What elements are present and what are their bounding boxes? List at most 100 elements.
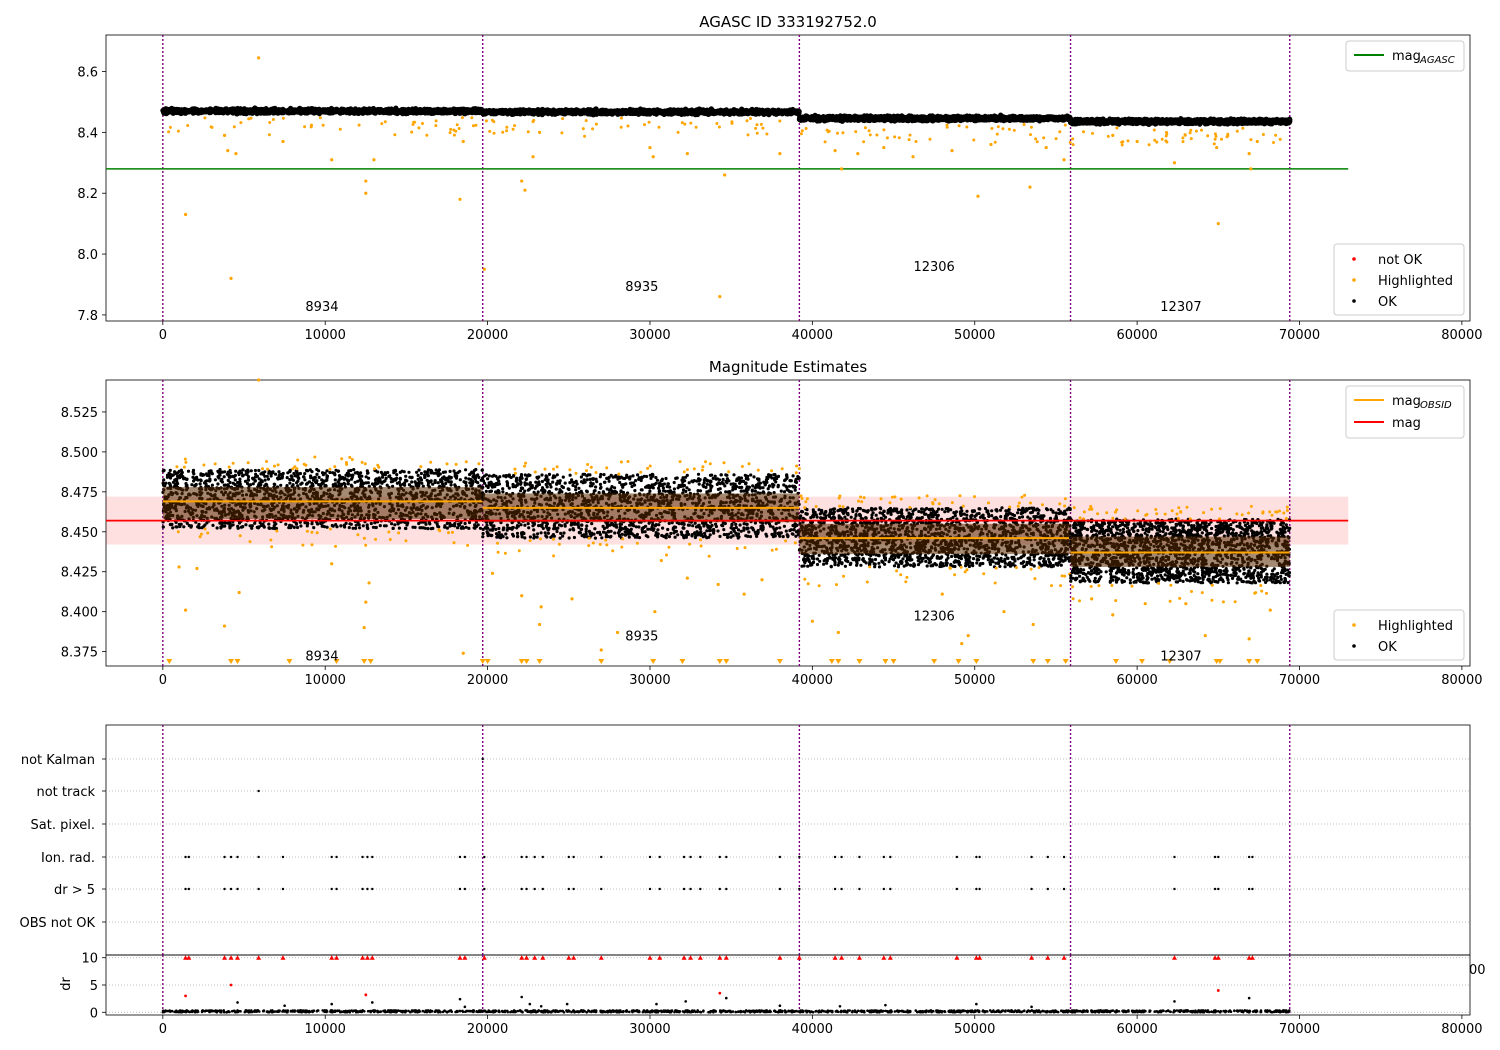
- ok-point: [366, 108, 372, 114]
- highlighted-point: [863, 126, 867, 130]
- highlighted-point: [321, 123, 325, 127]
- ok-point: [409, 107, 415, 113]
- highlighted-point: [281, 116, 285, 120]
- highlighted-point: [749, 117, 752, 120]
- ok-point: [1030, 115, 1036, 121]
- highlighted-point: [1054, 137, 1058, 141]
- highlighted-point: [1068, 141, 1072, 144]
- ok-point: [977, 115, 983, 121]
- highlighted-point: [318, 116, 322, 120]
- highlighted-point: [868, 133, 872, 137]
- ok-point: [771, 108, 777, 114]
- highlighted-point: [417, 126, 421, 130]
- highlighted-point: [393, 133, 397, 137]
- ok-point: [200, 107, 206, 113]
- highlighted-point: [513, 124, 517, 128]
- ok-point: [394, 110, 401, 116]
- highlighted-point: [995, 132, 999, 136]
- ok-point: [414, 110, 420, 116]
- ok-point: [455, 108, 461, 114]
- highlighted-point: [893, 135, 897, 139]
- highlighted-point: [680, 121, 684, 125]
- ok-point: [816, 116, 823, 122]
- panel-agasc: AGASC ID 333192752.0 893489351230612307 …: [77, 13, 1482, 343]
- highlighted-point: [203, 116, 207, 120]
- highlighted-point: [800, 129, 804, 133]
- ok-point: [1061, 115, 1067, 121]
- ok-point: [518, 108, 524, 114]
- highlighted-point: [591, 127, 595, 131]
- highlighted-point: [1063, 123, 1067, 127]
- ok-point: [496, 109, 502, 115]
- highlighted-point: [907, 138, 911, 142]
- ok-point: [603, 111, 609, 117]
- highlighted-point: [488, 129, 492, 133]
- ok-point: [754, 108, 761, 114]
- highlighted-point: [765, 132, 769, 136]
- highlighted-point: [501, 130, 505, 134]
- highlighted-point: [647, 120, 651, 124]
- ok-point: [717, 108, 723, 115]
- highlighted-point: [448, 131, 452, 135]
- highlighted-point: [484, 119, 488, 123]
- highlighted-point: [452, 133, 456, 137]
- highlighted-point: [449, 127, 453, 131]
- highlighted-point: [657, 125, 661, 129]
- highlighted-point: [643, 123, 646, 127]
- ok-point: [587, 111, 593, 117]
- ok-point: [449, 108, 455, 114]
- highlighted-point: [168, 125, 172, 129]
- ok-point: [488, 109, 494, 115]
- highlighted-point: [745, 119, 749, 123]
- ok-point: [649, 109, 655, 115]
- highlighted-point: [268, 121, 272, 124]
- highlighted-point: [455, 123, 459, 127]
- ok-point: [617, 108, 623, 115]
- highlighted-point: [841, 131, 845, 135]
- ok-point: [1006, 116, 1012, 122]
- highlighted-point: [945, 123, 949, 127]
- highlighted-point: [804, 127, 808, 130]
- highlighted-point: [908, 133, 912, 137]
- ok-point: [531, 108, 538, 114]
- highlighted-point: [532, 118, 536, 122]
- highlighted-point: [990, 127, 994, 130]
- ok-point: [927, 115, 933, 121]
- ok-point: [371, 109, 377, 115]
- ok-point: [424, 106, 430, 112]
- ok-point: [741, 108, 747, 114]
- highlighted-point: [761, 126, 765, 130]
- chart-title: AGASC ID 333192752.0: [699, 13, 877, 31]
- ok-point: [592, 110, 599, 116]
- highlighted-point: [965, 125, 969, 129]
- highlighted-point: [1022, 123, 1026, 126]
- ok-point: [920, 115, 926, 121]
- highlighted-point: [505, 129, 509, 133]
- ok-point: [473, 110, 479, 116]
- highlighted-point: [434, 119, 438, 123]
- highlighted-point: [730, 120, 734, 124]
- ok-point: [900, 115, 906, 121]
- ok-point: [1020, 116, 1026, 122]
- highlighted-point: [875, 133, 879, 137]
- ok-point: [827, 116, 833, 122]
- highlighted-point: [581, 127, 585, 131]
- highlighted-point: [717, 125, 721, 129]
- ok-point: [1036, 114, 1043, 120]
- highlighted-point: [176, 129, 180, 133]
- ok-point: [580, 109, 586, 115]
- highlighted-point: [561, 117, 565, 121]
- ok-point: [962, 115, 968, 121]
- ok-point: [438, 107, 444, 113]
- ok-point: [937, 116, 943, 122]
- highlighted-point: [560, 131, 564, 135]
- ok-point: [863, 117, 870, 123]
- highlighted-point: [827, 129, 831, 133]
- highlighted-point: [584, 119, 588, 123]
- ok-point: [872, 117, 879, 123]
- highlighted-point: [778, 119, 782, 123]
- ok-point: [1001, 118, 1007, 124]
- ok-point: [806, 115, 813, 122]
- highlighted-point: [232, 125, 236, 129]
- highlighted-point: [583, 134, 587, 138]
